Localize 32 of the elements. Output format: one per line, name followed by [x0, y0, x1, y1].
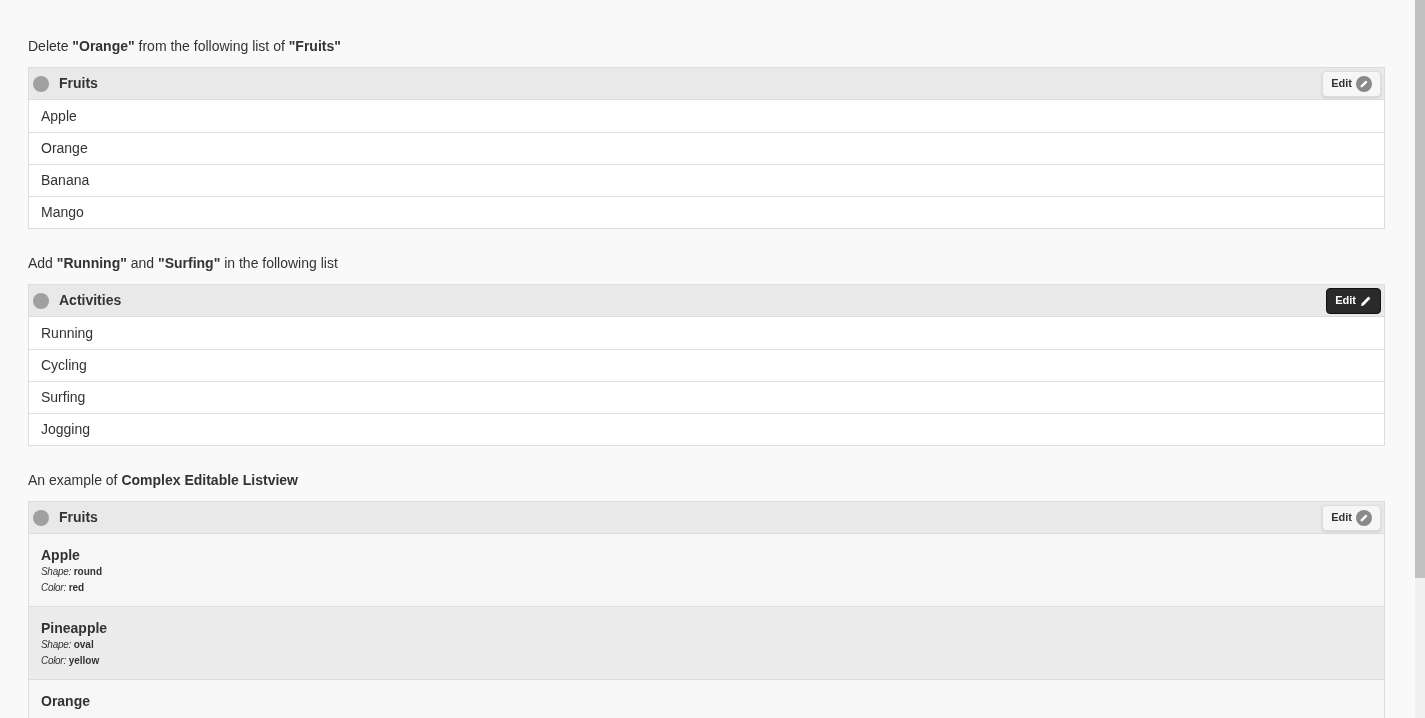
pencil-icon: [1356, 509, 1372, 526]
item-field: Color: yellow: [41, 653, 1372, 669]
list-title: Fruits: [59, 508, 98, 527]
instruction-text: Add "Running" and "Surfing" in the following list: [28, 254, 339, 273]
scrollbar[interactable]: [1415, 0, 1425, 718]
instruction-text: Delete "Orange" from the following list of "Fruits": [28, 37, 342, 56]
edit-button[interactable]: Edit: [1322, 504, 1381, 531]
list-item[interactable]: Mango: [29, 196, 1384, 228]
list-title: Fruits: [59, 74, 98, 93]
list-item[interactable]: Banana: [29, 164, 1384, 196]
item-field: Shape: oval: [41, 637, 1372, 653]
edit-button[interactable]: Edit: [1326, 287, 1381, 314]
list-item[interactable]: Surfing: [29, 381, 1384, 413]
item-title: Orange: [41, 692, 91, 710]
item-title: Apple: [41, 546, 81, 564]
instruction-text: An example of Complex Editable Listview: [28, 471, 299, 490]
list-item[interactable]: Orange: [29, 132, 1384, 164]
item-field: Color: red: [41, 580, 1372, 596]
list-item[interactable]: Apple: [29, 100, 1384, 132]
item-field: Shape: round: [41, 564, 1372, 580]
pencil-icon: [1360, 294, 1372, 307]
edit-button[interactable]: Edit: [1322, 70, 1381, 97]
list-item[interactable]: Cycling: [29, 349, 1384, 381]
list-item[interactable]: Apple Shape: round Color: red: [29, 534, 1384, 606]
pencil-icon: [1356, 75, 1372, 92]
list-item[interactable]: Orange: [29, 679, 1384, 718]
item-title: Pineapple: [41, 619, 109, 637]
list-item[interactable]: Pineapple Shape: oval Color: yellow: [29, 606, 1384, 679]
list-item[interactable]: Running: [29, 317, 1384, 349]
list-item[interactable]: Jogging: [29, 413, 1384, 445]
scrollbar-thumb[interactable]: [1415, 0, 1425, 578]
list-title: Activities: [59, 291, 122, 310]
